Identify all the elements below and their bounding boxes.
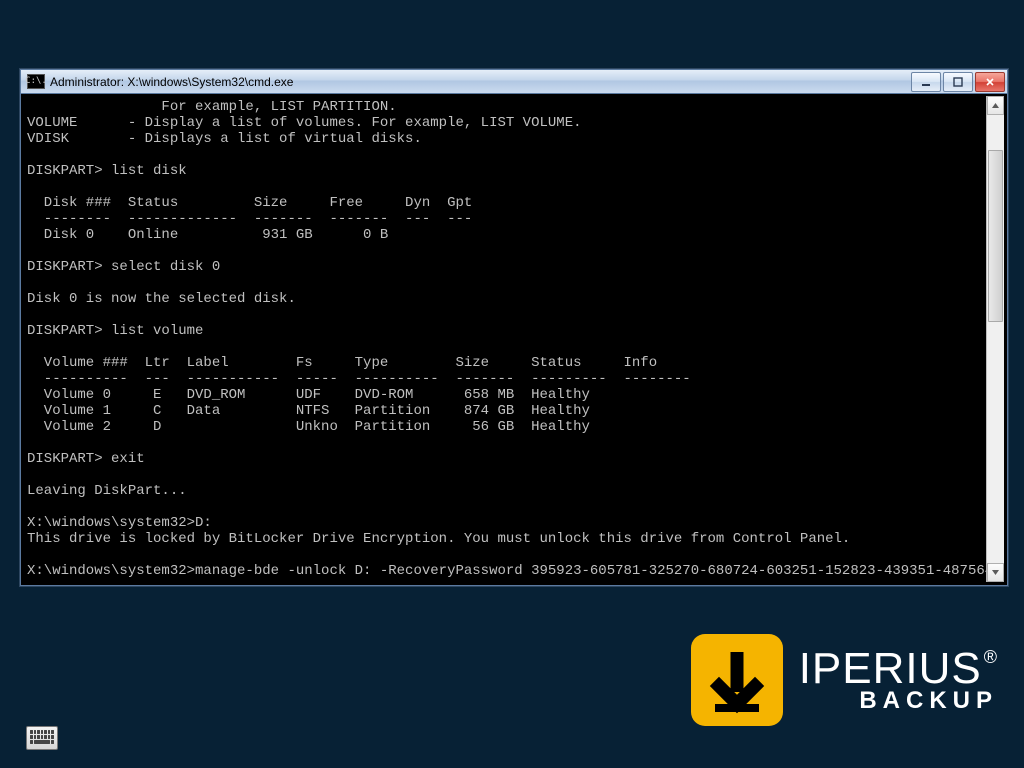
scrollbar[interactable] xyxy=(986,96,1004,582)
cmd-icon: C:\. xyxy=(27,74,45,89)
maximize-button[interactable] xyxy=(943,72,973,92)
logo-line1: IPERIUS xyxy=(799,644,982,693)
close-button[interactable] xyxy=(975,72,1005,92)
terminal-output[interactable]: For example, LIST PARTITION. VOLUME - Di… xyxy=(24,96,986,582)
terminal-body: For example, LIST PARTITION. VOLUME - Di… xyxy=(24,96,1004,582)
cmd-window: C:\. Administrator: X:\windows\System32\… xyxy=(20,69,1008,586)
scroll-thumb[interactable] xyxy=(988,150,1003,322)
registered-mark: ® xyxy=(984,647,998,667)
titlebar[interactable]: C:\. Administrator: X:\windows\System32\… xyxy=(21,70,1007,94)
window-title: Administrator: X:\windows\System32\cmd.e… xyxy=(50,75,293,89)
minimize-button[interactable] xyxy=(911,72,941,92)
logo-badge xyxy=(691,634,783,726)
iperius-logo: IPERIUS® BACKUP xyxy=(691,634,998,726)
scroll-up-button[interactable] xyxy=(987,96,1004,115)
logo-text: IPERIUS® BACKUP xyxy=(799,647,998,713)
keyboard-icon[interactable] xyxy=(26,726,58,750)
scroll-track[interactable] xyxy=(987,115,1004,563)
scroll-down-button[interactable] xyxy=(987,563,1004,582)
